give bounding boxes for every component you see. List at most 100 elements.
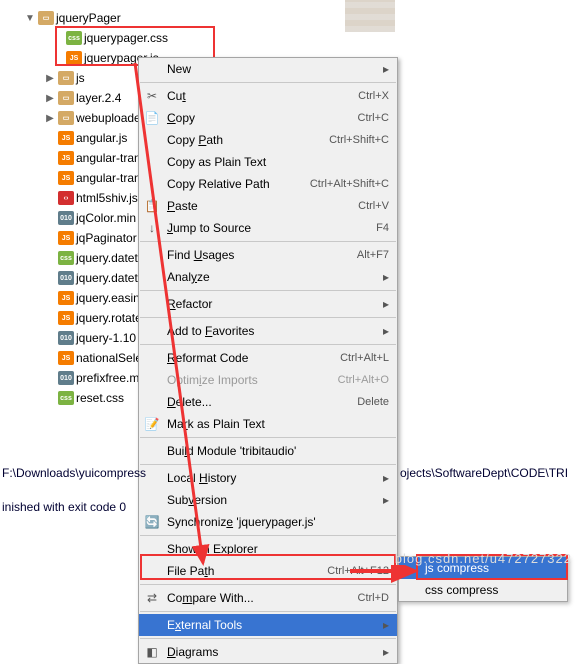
menu-shortcut: Delete (357, 396, 389, 408)
menu-label: Paste (167, 199, 358, 213)
menu-item-mark-as-plain-text[interactable]: 📝 Mark as Plain Text (139, 413, 397, 435)
tree-label: jqueryPager (56, 11, 121, 25)
menu-separator (140, 437, 396, 438)
menu-shortcut: F4 (376, 222, 389, 234)
submenu-item-css-compress[interactable]: css compress (399, 579, 567, 601)
console-line: inished with exit code 0 (2, 500, 126, 514)
folder-file-icon: ▭ (58, 91, 74, 105)
menu-item-add-to-favorites[interactable]: Add to Favorites▸ (139, 320, 397, 342)
menu-item-compare-with[interactable]: ⇄ Compare With...Ctrl+D (139, 587, 397, 609)
menu-shortcut: Ctrl+D (358, 592, 389, 604)
menu-label: Build Module 'tribitaudio' (167, 444, 389, 458)
tree-label: layer.2.4 (76, 91, 121, 105)
menu-icon: ◧ (143, 643, 161, 661)
menu-label: Analyze (167, 270, 379, 284)
html-file-icon: ‹› (58, 191, 74, 205)
folder-file-icon: ▭ (58, 71, 74, 85)
menu-shortcut: Ctrl+Alt+Shift+C (310, 178, 389, 190)
folder-icon: ▭ (38, 11, 54, 25)
bin-file-icon: 010 (58, 211, 74, 225)
menu-item-paste[interactable]: 📋 PasteCtrl+V (139, 195, 397, 217)
chevron-right-icon: ▸ (379, 62, 389, 76)
menu-item-new[interactable]: New▸ (139, 58, 397, 80)
menu-item-diagrams[interactable]: ◧Diagrams▸ (139, 641, 397, 663)
menu-item-build-module-tribitaudio[interactable]: Build Module 'tribitaudio' (139, 440, 397, 462)
menu-item-copy-relative-path[interactable]: Copy Relative PathCtrl+Alt+Shift+C (139, 173, 397, 195)
menu-label: Jump to Source (167, 221, 376, 235)
menu-icon: 📝 (143, 415, 161, 433)
menu-shortcut: Ctrl+Alt+O (338, 374, 389, 386)
menu-item-external-tools[interactable]: External Tools▸ (139, 614, 397, 636)
menu-label: Reformat Code (167, 351, 340, 365)
tree-label: reset.css (76, 391, 124, 405)
chevron-down-icon[interactable]: ▼ (24, 13, 36, 24)
menu-icon: 📋 (143, 197, 161, 215)
tree-label: jquery.rotate (76, 311, 142, 325)
menu-icon: ↓ (143, 219, 161, 237)
js-file-icon: JS (58, 291, 74, 305)
chevron-right-icon: ▸ (379, 493, 389, 507)
folder-file-icon: ▭ (58, 111, 74, 125)
menu-item-copy-as-plain-text[interactable]: Copy as Plain Text (139, 151, 397, 173)
menu-label: Local History (167, 471, 379, 485)
chevron-right-icon: ▸ (379, 618, 389, 632)
tree-label: html5shiv.js (76, 191, 138, 205)
menu-label: Compare With... (167, 591, 358, 605)
menu-item-analyze[interactable]: Analyze▸ (139, 266, 397, 288)
menu-label: Mark as Plain Text (167, 417, 389, 431)
menu-item-reformat-code[interactable]: Reformat CodeCtrl+Alt+L (139, 347, 397, 369)
chevron-right-icon[interactable]: ▶ (44, 113, 56, 124)
menu-item-jump-to-source[interactable]: ↓ Jump to SourceF4 (139, 217, 397, 239)
menu-item-delete[interactable]: Delete...Delete (139, 391, 397, 413)
menu-shortcut: Ctrl+Alt+L (340, 352, 389, 364)
menu-shortcut: Alt+F7 (357, 249, 389, 261)
chevron-right-icon: ▸ (379, 297, 389, 311)
menu-label: Add to Favorites (167, 324, 379, 338)
menu-icon: 🔄 (143, 513, 161, 531)
menu-label: Find Usages (167, 248, 357, 262)
tree-label: webuploader (76, 111, 145, 125)
menu-separator (140, 241, 396, 242)
menu-item-copy[interactable]: 📄 CopyCtrl+C (139, 107, 397, 129)
menu-item-find-usages[interactable]: Find UsagesAlt+F7 (139, 244, 397, 266)
tree-label: jqColor.min (76, 211, 136, 225)
menu-label: Diagrams (167, 645, 379, 659)
menu-item-subversion[interactable]: Subversion▸ (139, 489, 397, 511)
menu-item-synchronize-jquerypager-js[interactable]: 🔄 Synchronize 'jquerypager.js' (139, 511, 397, 533)
js-file-icon: JS (58, 351, 74, 365)
menu-item-cut[interactable]: ✂CutCtrl+X (139, 85, 397, 107)
menu-icon: ⇄ (143, 589, 161, 607)
menu-label: External Tools (167, 618, 379, 632)
menu-label: New (167, 62, 379, 76)
menu-label: Cut (167, 89, 358, 103)
menu-separator (140, 584, 396, 585)
menu-shortcut: Ctrl+V (358, 200, 389, 212)
menu-item-local-history[interactable]: Local History▸ (139, 467, 397, 489)
menu-label: Optimize Imports (167, 373, 338, 387)
menu-separator (140, 638, 396, 639)
chevron-right-icon[interactable]: ▶ (44, 93, 56, 104)
menu-label: Refactor (167, 297, 379, 311)
watermark-text: blog.csdn.net/u472727322 (395, 551, 572, 566)
menu-label: Delete... (167, 395, 357, 409)
menu-shortcut: Ctrl+C (358, 112, 389, 124)
submenu-label: css compress (425, 583, 498, 597)
tree-label: jquery.easing (76, 291, 147, 305)
menu-item-copy-path[interactable]: Copy PathCtrl+Shift+C (139, 129, 397, 151)
menu-label: Copy Relative Path (167, 177, 310, 191)
menu-item-optimize-imports: Optimize ImportsCtrl+Alt+O (139, 369, 397, 391)
menu-icon: 📄 (143, 109, 161, 127)
menu-label: Synchronize 'jquerypager.js' (167, 515, 389, 529)
menu-label: Subversion (167, 493, 379, 507)
chevron-right-icon: ▸ (379, 270, 389, 284)
menu-separator (140, 290, 396, 291)
tree-label: angular.js (76, 131, 127, 145)
chevron-right-icon[interactable]: ▶ (44, 73, 56, 84)
chevron-right-icon: ▸ (379, 324, 389, 338)
tree-folder-jqueryPager[interactable]: ▼ ▭ jqueryPager (0, 8, 320, 28)
menu-label: Copy (167, 111, 358, 125)
menu-item-refactor[interactable]: Refactor▸ (139, 293, 397, 315)
js-file-icon: JS (58, 231, 74, 245)
menu-separator (140, 344, 396, 345)
js-file-icon: JS (58, 311, 74, 325)
